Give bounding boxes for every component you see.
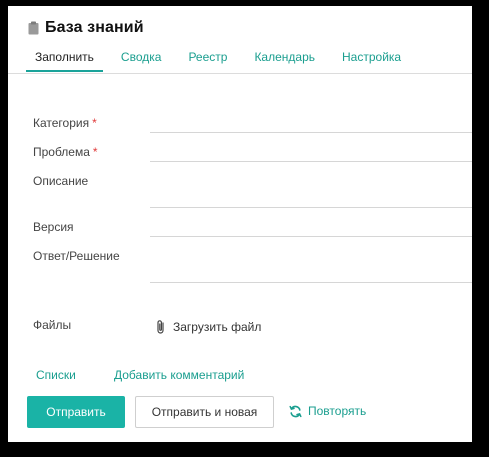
- add-comment-link[interactable]: Добавить комментарий: [114, 368, 244, 382]
- page-header: База знаний: [28, 16, 144, 40]
- answer-field[interactable]: [150, 282, 472, 283]
- tab-bar: Заполнить Сводка Реестр Календарь Настро…: [26, 48, 472, 74]
- refresh-icon: [289, 405, 302, 418]
- files-label-text: Файлы: [33, 318, 72, 332]
- answer-label: Ответ/Решение: [33, 249, 120, 263]
- tab-settings[interactable]: Настройка: [333, 48, 410, 72]
- repeat-button[interactable]: Повторять: [289, 404, 366, 418]
- page-title: База знаний: [45, 19, 144, 36]
- description-label: Описание: [33, 174, 88, 188]
- tabs-divider: [8, 73, 472, 74]
- problem-field[interactable]: [150, 161, 472, 162]
- files-label: Файлы: [33, 318, 71, 332]
- category-label: Категория *: [33, 116, 97, 130]
- tab-registry[interactable]: Реестр: [179, 48, 236, 72]
- description-label-text: Описание: [33, 174, 89, 188]
- paperclip-icon: [156, 319, 166, 335]
- category-field[interactable]: [150, 132, 472, 133]
- submit-and-new-button[interactable]: Отправить и новая: [135, 396, 274, 428]
- answer-label-text: Ответ/Решение: [33, 249, 120, 263]
- version-label-text: Версия: [33, 220, 74, 234]
- repeat-label: Повторять: [308, 404, 367, 418]
- tab-fill[interactable]: Заполнить: [26, 48, 103, 72]
- upload-file-button[interactable]: Загрузить файл: [156, 319, 261, 335]
- version-field[interactable]: [150, 236, 472, 237]
- submit-button[interactable]: Отправить: [27, 396, 125, 428]
- problem-label: Проблема *: [33, 145, 98, 159]
- clipboard-icon: [28, 21, 39, 35]
- tab-summary[interactable]: Сводка: [112, 48, 171, 72]
- lists-link[interactable]: Списки: [36, 368, 76, 382]
- problem-label-text: Проблема: [33, 145, 90, 159]
- category-label-text: Категория: [33, 116, 90, 130]
- form-card: База знаний Заполнить Сводка Реестр Кале…: [8, 6, 472, 442]
- required-marker: *: [92, 116, 97, 130]
- version-label: Версия: [33, 220, 74, 234]
- required-marker: *: [92, 145, 98, 159]
- description-field[interactable]: [150, 207, 472, 208]
- tab-calendar[interactable]: Календарь: [245, 48, 324, 72]
- upload-file-label: Загрузить файл: [173, 320, 262, 334]
